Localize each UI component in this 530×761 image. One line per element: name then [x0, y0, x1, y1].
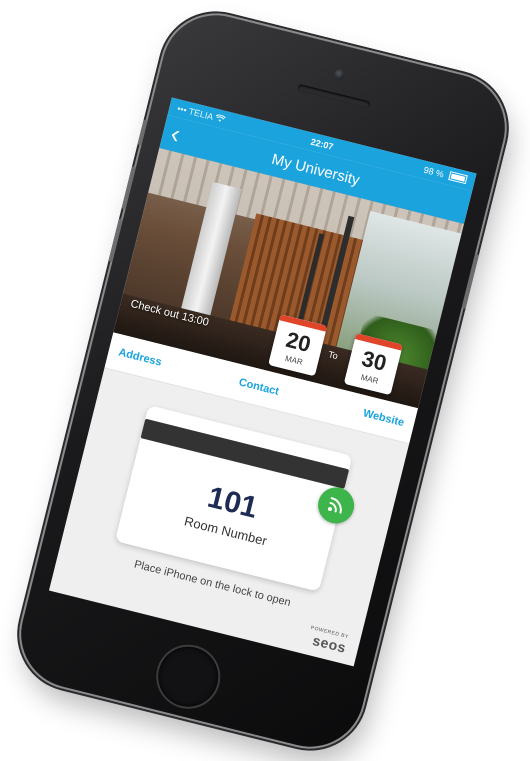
earpiece — [297, 83, 371, 109]
iphone-device: ••• TELIA 22:07 98 % ‹ My University Che… — [9, 3, 517, 759]
address-link[interactable]: Address — [117, 346, 163, 368]
home-button[interactable] — [151, 640, 225, 714]
power-button — [461, 253, 480, 309]
seos-logo: POWERED BY seos — [306, 625, 349, 658]
volume-down-button — [108, 218, 123, 263]
battery-icon — [448, 171, 468, 185]
volume-up-button — [121, 165, 137, 210]
stage: ••• TELIA 22:07 98 % ‹ My University Che… — [0, 0, 530, 761]
website-link[interactable]: Website — [362, 407, 406, 429]
battery-percent: 98 % — [422, 164, 445, 180]
contact-link[interactable]: Contact — [238, 376, 281, 398]
front-camera — [333, 68, 346, 81]
phone-screen: ••• TELIA 22:07 98 % ‹ My University Che… — [48, 97, 477, 667]
mute-switch — [137, 119, 148, 146]
